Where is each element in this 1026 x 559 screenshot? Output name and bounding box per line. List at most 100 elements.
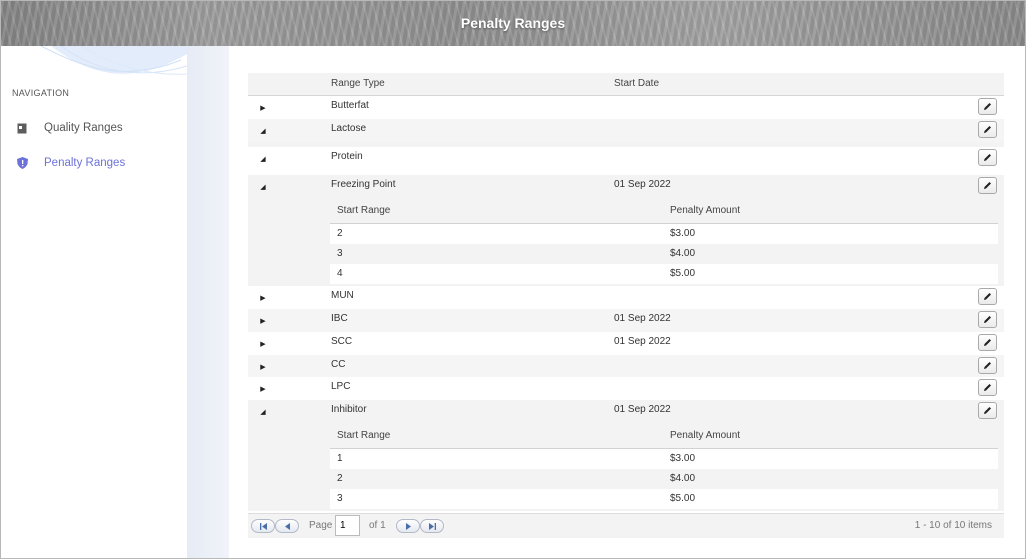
pencil-icon: [984, 126, 991, 133]
expand-icon[interactable]: ▶: [258, 309, 268, 332]
penalty-ranges-grid: Range Type Start Date ▶ Butterfat ◢ Lact…: [248, 73, 1004, 511]
table-row: ▶ SCC 01 Sep 2022: [248, 332, 1004, 355]
table-row: ▶ Butterfat: [248, 96, 1004, 119]
pencil-icon: [984, 362, 991, 369]
detail-row: 2 $4.00: [330, 469, 998, 489]
page-label: Page: [309, 520, 333, 531]
collapse-icon[interactable]: ◢: [258, 175, 268, 198]
collapse-icon[interactable]: ◢: [258, 147, 268, 170]
pager-summary: 1 - 10 of 10 items: [914, 520, 992, 531]
previous-page-icon: [284, 522, 290, 530]
start-date-cell: 01 Sep 2022: [614, 336, 671, 347]
table-row: ◢ Freezing Point 01 Sep 2022: [248, 175, 1004, 198]
start-range-cell: 4: [337, 268, 343, 279]
pencil-icon: [984, 293, 991, 300]
edit-button[interactable]: [978, 149, 997, 166]
column-header-start-date[interactable]: Start Date: [614, 73, 659, 95]
table-row: ▶ MUN: [248, 286, 1004, 309]
start-range-cell: 2: [337, 473, 343, 484]
page-title: Penalty Ranges: [460, 15, 566, 31]
grid-pager: Page of 1 1 - 10 of 10 items: [248, 513, 1004, 538]
penalty-amount-cell: $5.00: [670, 268, 696, 279]
range-type-cell: MUN: [331, 290, 354, 301]
column-header-penalty-amount: Penalty Amount: [670, 430, 741, 441]
nav-heading: NAVIGATION: [12, 88, 70, 98]
edit-button[interactable]: [978, 402, 997, 419]
expand-icon[interactable]: ▶: [258, 355, 268, 378]
range-type-cell: IBC: [331, 313, 348, 324]
detail-row: 4 $5.00: [330, 264, 998, 284]
edit-button[interactable]: [978, 288, 997, 305]
table-row: ▶ CC: [248, 355, 1004, 377]
column-header-penalty-amount: Penalty Amount: [670, 205, 741, 216]
edit-button[interactable]: [978, 311, 997, 328]
expand-icon[interactable]: ▶: [258, 377, 268, 400]
penalty-amount-cell: $3.00: [670, 453, 696, 464]
expanded-row-freezing-point: ◢ Freezing Point 01 Sep 2022 Start Range…: [248, 175, 1004, 286]
next-page-icon: [405, 522, 411, 530]
table-row: ▶ LPC: [248, 377, 1004, 400]
detail-row: 2 $3.00: [330, 224, 998, 244]
app-window: Penalty Ranges NAVIGATION Quality Ranges…: [0, 0, 1026, 559]
shield-alert-icon: [15, 156, 29, 170]
previous-page-button[interactable]: [275, 519, 299, 533]
penalty-amount-cell: $3.00: [670, 228, 696, 239]
grid-header: Range Type Start Date: [248, 73, 1004, 96]
expand-icon[interactable]: ▶: [258, 96, 268, 119]
edit-button[interactable]: [978, 121, 997, 138]
column-header-range-type[interactable]: Range Type: [331, 73, 385, 95]
pencil-icon: [984, 182, 991, 189]
range-type-cell: Lactose: [331, 123, 367, 134]
page-header: Penalty Ranges: [1, 1, 1025, 46]
collapse-icon[interactable]: ◢: [258, 119, 268, 142]
start-range-cell: 3: [337, 248, 343, 259]
pencil-icon: [984, 103, 991, 110]
range-type-cell: Freezing Point: [331, 179, 396, 190]
edit-button[interactable]: [978, 334, 997, 351]
table-row: ◢ Protein: [248, 147, 1004, 170]
quality-icon: [15, 121, 29, 135]
range-type-cell: Butterfat: [331, 100, 369, 111]
first-page-button[interactable]: [251, 519, 275, 533]
range-type-cell: LPC: [331, 381, 351, 392]
detail-table: Start Range Penalty Amount 1 $3.00 2 $4.…: [330, 424, 998, 509]
detail-header: Start Range Penalty Amount: [330, 424, 998, 449]
sidebar-item-label: Quality Ranges: [44, 122, 123, 134]
edit-button[interactable]: [978, 357, 997, 374]
page-number-input[interactable]: [335, 515, 360, 536]
table-row: ◢ Inhibitor 01 Sep 2022: [248, 400, 1004, 423]
detail-table: Start Range Penalty Amount 2 $3.00 3 $4.…: [330, 199, 998, 284]
collapse-icon[interactable]: ◢: [258, 400, 268, 423]
range-type-cell: CC: [331, 359, 346, 370]
sidebar-item-label: Penalty Ranges: [44, 157, 126, 169]
first-page-icon: [259, 522, 267, 530]
edit-button[interactable]: [978, 379, 997, 396]
expand-icon[interactable]: ▶: [258, 286, 268, 309]
penalty-amount-cell: $4.00: [670, 248, 696, 259]
column-header-start-range: Start Range: [337, 205, 391, 216]
edit-button[interactable]: [978, 98, 997, 115]
sidebar-item-penalty-ranges[interactable]: Penalty Ranges: [15, 153, 125, 173]
table-row: ▶ IBC 01 Sep 2022: [248, 309, 1004, 332]
last-page-button[interactable]: [420, 519, 444, 533]
pencil-icon: [984, 154, 991, 161]
last-page-icon: [428, 522, 436, 530]
pencil-icon: [984, 316, 991, 323]
range-type-cell: Protein: [331, 151, 363, 162]
start-date-cell: 01 Sep 2022: [614, 179, 671, 190]
next-page-button[interactable]: [396, 519, 420, 533]
start-range-cell: 2: [337, 228, 343, 239]
sidebar-item-quality-ranges[interactable]: Quality Ranges: [15, 118, 123, 138]
pencil-icon: [984, 407, 991, 414]
detail-row: 3 $5.00: [330, 489, 998, 509]
expanded-row-inhibitor: ◢ Inhibitor 01 Sep 2022 Start Range Pena…: [248, 400, 1004, 511]
detail-row: 1 $3.00: [330, 449, 998, 469]
edit-button[interactable]: [978, 177, 997, 194]
start-date-cell: 01 Sep 2022: [614, 313, 671, 324]
pencil-icon: [984, 384, 991, 391]
start-date-cell: 01 Sep 2022: [614, 404, 671, 415]
table-row: ◢ Lactose: [248, 119, 1004, 142]
start-range-cell: 1: [337, 453, 343, 464]
expand-icon[interactable]: ▶: [258, 332, 268, 355]
penalty-amount-cell: $5.00: [670, 493, 696, 504]
